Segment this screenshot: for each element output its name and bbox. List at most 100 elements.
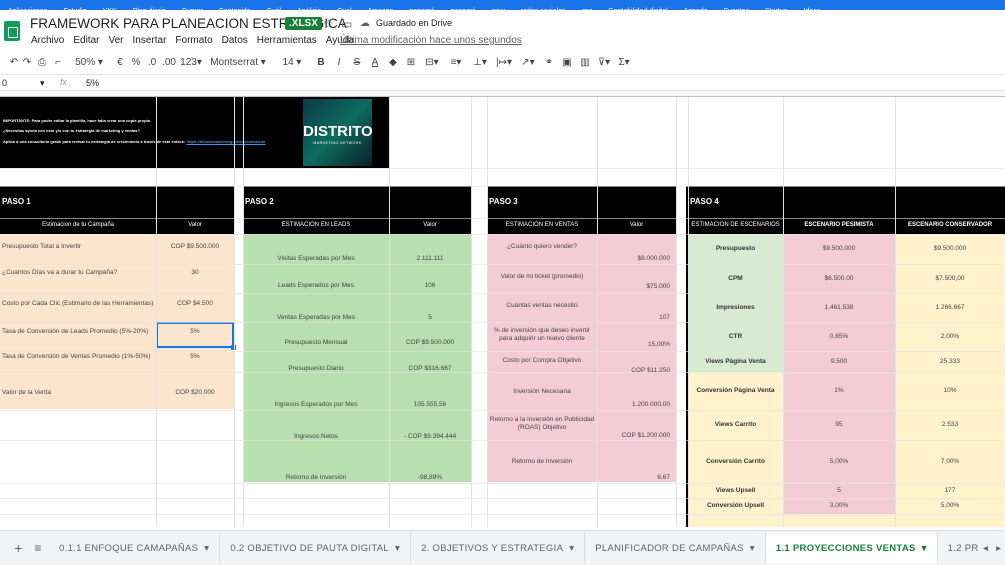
bookmark-item[interactable]: Cursor [174, 8, 211, 10]
selected-cell[interactable] [156, 322, 234, 348]
scroll-left-icon[interactable]: ◂ [979, 543, 992, 554]
name-box-dropdown-icon[interactable]: ▾ [40, 78, 45, 89]
increase-decimal-button[interactable]: .00 [160, 57, 178, 68]
bookmark-item[interactable]: Cual [329, 8, 359, 10]
strikethrough-icon[interactable]: S [348, 57, 366, 68]
print-icon[interactable]: ⎙ [34, 57, 50, 68]
bookmark-item[interactable]: YKK [95, 8, 125, 10]
menu-item[interactable]: Datos [222, 35, 248, 46]
bookmark-item[interactable]: pow [484, 8, 513, 10]
star-icon[interactable]: ☆ [323, 17, 334, 31]
menu-item[interactable]: Formato [175, 35, 212, 46]
paso2-row-label: Presupuesto Diario [288, 365, 344, 373]
last-edit-link[interactable]: Última modificación hace unos segundos [340, 35, 522, 46]
sheets-logo-icon[interactable] [4, 21, 20, 41]
bookmark-item[interactable]: Estudio [55, 8, 94, 10]
vertical-align-icon[interactable]: ⊥▾ [468, 57, 492, 68]
gridline-horizontal [0, 322, 1005, 323]
functions-icon[interactable]: Σ▾ [614, 57, 634, 68]
gridline-vertical [688, 97, 689, 527]
all-sheets-icon[interactable]: ≡ [27, 541, 49, 555]
decrease-decimal-button[interactable]: .0 [144, 57, 160, 68]
currency-button[interactable]: € [112, 57, 128, 68]
sheet-tab[interactable]: 1.1 PROYECCIONES VENTAS ▾ [765, 532, 938, 564]
sheet-grid[interactable]: IMPORTANTE: Para poder editar la plantil… [0, 97, 1005, 527]
bookmark-item[interactable]: Aplicaciones [0, 8, 55, 10]
sheet-tab[interactable]: 1.2 PROYECCIONE [938, 533, 979, 564]
paso3-row-label: Retorno de Inversión [511, 458, 573, 466]
text-color-icon[interactable]: A [366, 57, 384, 68]
text-rotation-icon[interactable]: ↗▾ [516, 57, 540, 68]
bookmark-item[interactable]: redes sociales [513, 8, 574, 10]
borders-icon[interactable]: ⊞ [402, 57, 420, 68]
bookmark-item[interactable]: Contabilidad digital [600, 8, 675, 10]
tab-menu-icon[interactable]: ▾ [204, 543, 209, 554]
horizontal-align-icon[interactable]: ≡▾ [444, 57, 468, 68]
paso1-value-header: Valor [156, 218, 234, 234]
italic-icon[interactable]: I [330, 57, 348, 68]
paso2-row-value: - COP $9.394.444 [403, 433, 457, 441]
bookmark-item[interactable]: Análisis [289, 8, 329, 10]
bookmark-item[interactable]: Eventos [716, 8, 757, 10]
sheet-tab-label: 1.1 PROYECCIONES VENTAS [775, 542, 916, 554]
undo-icon[interactable]: ↶ [8, 57, 20, 68]
bookmark-item[interactable]: Startup [757, 8, 796, 10]
text-wrap-icon[interactable]: |↦▾ [492, 57, 516, 68]
chart-icon[interactable]: ▥ [576, 57, 594, 68]
number-format-select[interactable]: 123▾ [178, 57, 204, 68]
gridline-horizontal [0, 234, 1005, 235]
bookmark-item[interactable]: Ideas [796, 8, 829, 10]
paint-format-icon[interactable]: ⌐ [50, 57, 66, 68]
paso4-conservador-value: 25.333 [895, 351, 1005, 372]
bookmark-item[interactable]: Amazon [360, 8, 402, 10]
formula-input[interactable]: 5% [86, 78, 99, 88]
zoom-select[interactable]: 50% ▾ [66, 57, 112, 68]
gridline-horizontal [0, 410, 1005, 411]
link-icon[interactable]: ⚭ [540, 57, 558, 68]
tab-menu-icon[interactable]: ▾ [569, 543, 574, 554]
menu-item[interactable]: Herramientas [257, 35, 317, 46]
paso4-conservador-value: $9.500.000 [895, 234, 1005, 264]
percent-button[interactable]: % [128, 57, 144, 68]
font-size-select[interactable]: 14 ▾ [272, 57, 312, 68]
menu-item[interactable]: Editar [73, 35, 99, 46]
tab-menu-icon[interactable]: ▾ [750, 543, 755, 554]
bookmark-item[interactable]: Blog diario [125, 8, 174, 10]
banner-link[interactable]: https://distritomarketing.com/crecimient… [186, 139, 265, 144]
move-folder-icon[interactable]: ▭ [341, 17, 352, 31]
gridline-horizontal [0, 372, 1005, 373]
filter-icon[interactable]: ⊽▾ [594, 57, 614, 68]
paso4-title: PASO 4 [688, 186, 1005, 218]
bookmark-item[interactable]: cnc [574, 8, 601, 10]
bookmark-item[interactable]: panamá [443, 8, 484, 10]
bookmark-item[interactable]: Agenda [676, 8, 716, 10]
sheet-tab[interactable]: 0.2 OBJETIVO DE PAUTA DIGITAL ▾ [220, 532, 412, 564]
add-sheet-icon[interactable]: + [10, 540, 27, 556]
menu-item[interactable]: Insertar [133, 35, 167, 46]
menu-item[interactable]: Archivo [31, 35, 64, 46]
menu-item[interactable]: Ver [108, 35, 123, 46]
bookmark-item[interactable]: Contenido [211, 8, 259, 10]
bookmark-item[interactable]: panamá [401, 8, 442, 10]
paso3-row-label: Valor de mi ticket (promedio) [500, 273, 584, 281]
paso4-pesimista-value: $9.500.000 [783, 234, 895, 264]
font-select[interactable]: Montserrat ▾ [204, 57, 272, 68]
redo-icon[interactable]: ↷ [20, 57, 34, 68]
font-size-value: 14 [282, 56, 294, 68]
sheet-tab[interactable]: 0.1.1 ENFOQUE CAMAPAÑAS ▾ [49, 532, 221, 564]
gridline-horizontal [0, 186, 1005, 187]
cell-reference[interactable]: 0 [2, 78, 7, 88]
scroll-right-icon[interactable]: ▸ [992, 543, 1005, 554]
bookmark-item[interactable]: Cuál [259, 8, 289, 10]
tab-menu-icon[interactable]: ▾ [395, 543, 400, 554]
paso2-value-header: Valor [389, 218, 471, 234]
gridline-vertical [783, 97, 784, 527]
sheet-tab-label: 0.1.1 ENFOQUE CAMAPAÑAS [59, 542, 199, 554]
fill-color-icon[interactable]: ◆ [384, 57, 402, 68]
tab-menu-icon[interactable]: ▾ [922, 543, 927, 554]
comment-icon[interactable]: ▣ [558, 57, 576, 68]
sheet-tab[interactable]: PLANIFICADOR DE CAMPAÑAS ▾ [585, 532, 766, 564]
merge-cells-icon[interactable]: ⊟▾ [420, 57, 444, 68]
sheet-tab[interactable]: 2. OBJETIVOS Y ESTRATEGIA ▾ [411, 532, 586, 564]
bold-icon[interactable]: B [312, 57, 330, 68]
